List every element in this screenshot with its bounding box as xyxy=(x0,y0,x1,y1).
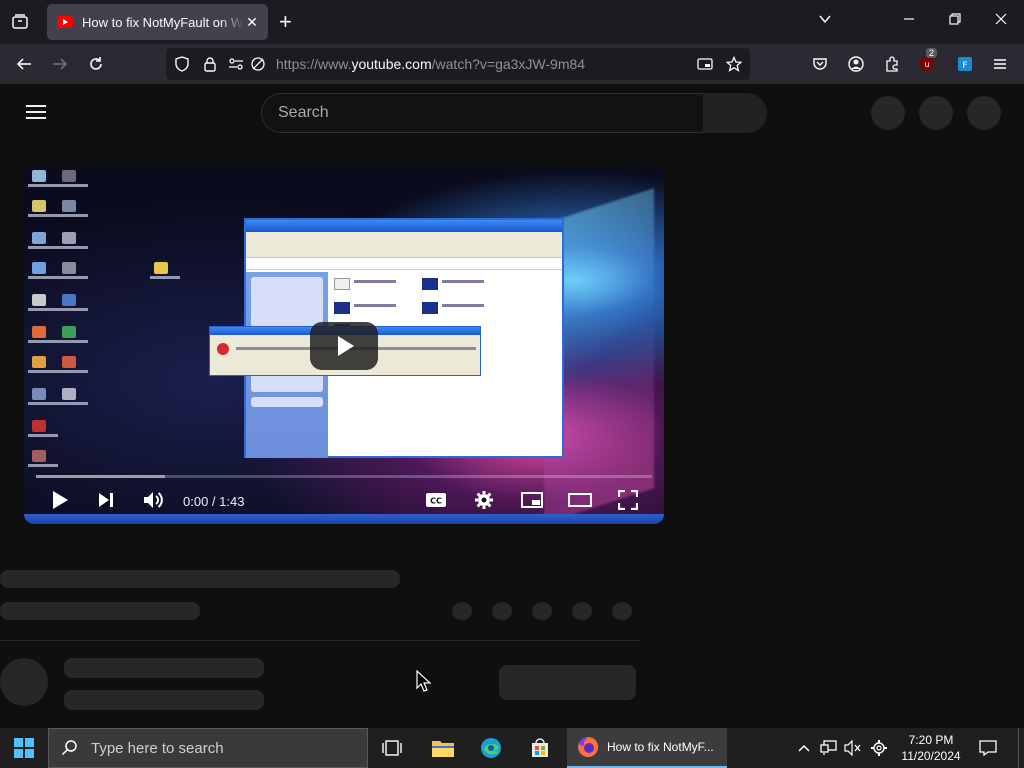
pocket-icon[interactable] xyxy=(808,52,832,76)
svg-text:F: F xyxy=(962,61,967,71)
minimize-icon[interactable] xyxy=(902,12,916,29)
tab-title: How to fix NotMyFault on Windows xyxy=(82,14,244,30)
action-skeleton xyxy=(572,602,592,620)
back-icon[interactable] xyxy=(12,52,36,76)
header-button-placeholder[interactable] xyxy=(919,96,953,130)
notifications-icon[interactable] xyxy=(976,728,1000,768)
clock-time: 7:20 PM xyxy=(908,733,954,747)
captions-icon[interactable]: CC xyxy=(424,488,448,512)
header-button-placeholder[interactable] xyxy=(871,96,905,130)
autoplay-blocked-icon[interactable] xyxy=(250,56,266,72)
ublock-origin-icon[interactable]: u 2 xyxy=(916,48,940,76)
tab-manager-icon[interactable] xyxy=(8,10,32,34)
new-tab-icon[interactable]: + xyxy=(279,11,292,33)
theater-mode-icon[interactable] xyxy=(568,488,592,512)
close-tab-icon[interactable]: ✕ xyxy=(244,14,260,30)
reload-icon[interactable] xyxy=(84,52,108,76)
action-skeleton xyxy=(532,602,552,620)
youtube-search-box[interactable] xyxy=(261,93,704,133)
large-play-button[interactable] xyxy=(310,322,378,370)
browser-tab-bar: How to fix NotMyFault on Windows ✕ + xyxy=(0,0,1024,44)
extension-blue-icon[interactable]: F xyxy=(953,52,977,76)
taskbar-firefox-window[interactable]: How to fix NotMyF... xyxy=(567,728,727,768)
firefox-icon xyxy=(578,736,599,757)
windows-taskbar: Type here to search How to fix NotMyF...… xyxy=(0,728,1024,768)
subscriber-skeleton xyxy=(64,690,264,710)
lock-icon[interactable] xyxy=(202,56,218,72)
miniplayer-icon[interactable] xyxy=(520,488,544,512)
browser-toolbar: https://www.youtube.com/watch?v=ga3xJW-9… xyxy=(0,44,1024,84)
volume-icon[interactable] xyxy=(141,488,165,512)
taskbar-window-title: How to fix NotMyF... xyxy=(607,740,714,754)
svg-text:u: u xyxy=(924,60,929,69)
task-view-icon[interactable] xyxy=(368,728,416,768)
youtube-favicon-icon xyxy=(57,16,73,28)
bookmark-star-icon[interactable] xyxy=(726,56,742,72)
error-icon xyxy=(217,343,229,355)
settings-gear-icon[interactable] xyxy=(868,728,890,768)
video-player[interactable]: 0:00 / 1:43 CC xyxy=(24,166,664,524)
channel-skeleton xyxy=(0,602,200,620)
picture-in-picture-icon[interactable] xyxy=(697,56,713,72)
close-window-icon[interactable] xyxy=(994,12,1008,29)
action-skeleton xyxy=(492,602,512,620)
browser-tab-active[interactable]: How to fix NotMyFault on Windows ✕ xyxy=(47,4,268,40)
account-icon[interactable] xyxy=(844,52,868,76)
channel-name-skeleton xyxy=(64,658,264,678)
taskbar-search-box[interactable]: Type here to search xyxy=(48,728,368,768)
next-icon[interactable] xyxy=(94,488,118,512)
microsoft-store-icon[interactable] xyxy=(516,728,564,768)
mouse-pointer-icon xyxy=(416,669,432,699)
svg-text:CC: CC xyxy=(430,497,442,506)
video-xp-taskbar xyxy=(24,514,664,524)
taskbar-search-placeholder: Type here to search xyxy=(91,739,224,757)
buffered-bar xyxy=(36,475,166,478)
file-explorer-icon[interactable] xyxy=(419,728,467,768)
guide-menu-icon[interactable] xyxy=(26,105,46,119)
edge-browser-icon[interactable] xyxy=(467,728,515,768)
video-time: 0:00 / 1:43 xyxy=(183,494,245,509)
fullscreen-icon[interactable] xyxy=(616,488,640,512)
forward-icon[interactable] xyxy=(48,52,72,76)
avatar-placeholder[interactable] xyxy=(967,96,1001,130)
settings-gear-icon[interactable] xyxy=(472,488,496,512)
ublock-badge: 2 xyxy=(926,48,938,58)
video-progress-bar[interactable] xyxy=(36,475,652,478)
extensions-icon[interactable] xyxy=(880,52,904,76)
tracking-protection-shield-icon[interactable] xyxy=(174,56,190,72)
title-skeleton xyxy=(0,570,400,588)
youtube-search-button[interactable] xyxy=(703,93,767,133)
youtube-page: 0:00 / 1:43 CC xyxy=(0,84,1024,728)
action-skeleton xyxy=(452,602,472,620)
url-text: https://www.youtube.com/watch?v=ga3xJW-9… xyxy=(276,56,586,72)
app-menu-icon[interactable] xyxy=(988,52,1012,76)
section-divider xyxy=(0,640,640,641)
show-desktop-button[interactable] xyxy=(1018,728,1019,768)
restore-icon[interactable] xyxy=(948,12,962,29)
start-windows-icon[interactable] xyxy=(0,728,48,768)
play-icon[interactable] xyxy=(48,488,72,512)
list-all-tabs-icon[interactable] xyxy=(818,12,832,29)
channel-avatar-skeleton xyxy=(0,658,48,706)
volume-muted-icon[interactable] xyxy=(842,728,864,768)
show-hidden-icons-chevron-icon[interactable] xyxy=(794,728,814,768)
clock-date: 11/20/2024 xyxy=(901,749,961,763)
action-skeleton xyxy=(612,602,632,620)
network-icon[interactable] xyxy=(818,728,840,768)
youtube-search-input[interactable] xyxy=(278,104,687,122)
subscribe-button-skeleton xyxy=(499,665,636,700)
taskbar-clock[interactable]: 7:20 PM 11/20/2024 xyxy=(896,732,966,764)
address-bar[interactable]: https://www.youtube.com/watch?v=ga3xJW-9… xyxy=(166,48,750,80)
permissions-icon[interactable] xyxy=(228,56,244,72)
search-icon xyxy=(61,740,77,756)
